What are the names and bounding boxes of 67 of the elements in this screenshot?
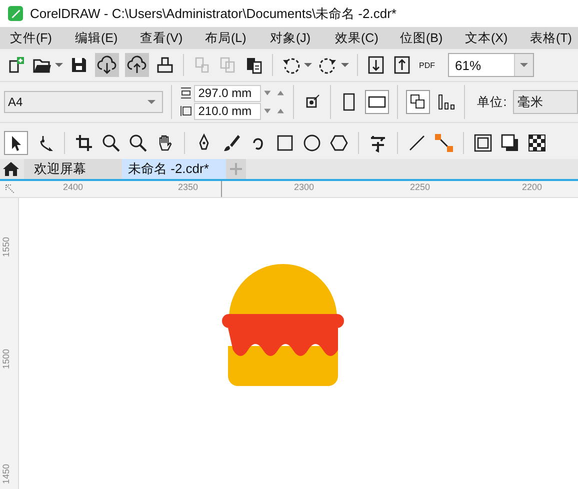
spin-buttons-icon[interactable]: [263, 88, 286, 98]
ruler-label: 2400: [62, 182, 84, 192]
zoom-dropdown[interactable]: 61%: [448, 53, 534, 77]
width-field[interactable]: 297.0 mm: [194, 84, 262, 102]
transparency-icon[interactable]: [527, 132, 547, 152]
rectangle-tool-icon[interactable]: [275, 132, 295, 152]
save-icon[interactable]: [69, 55, 89, 75]
caret-icon[interactable]: [55, 61, 63, 69]
pdf-button[interactable]: PDF: [418, 60, 436, 70]
ellipse-tool-icon[interactable]: [302, 132, 322, 152]
crop-tool-icon[interactable]: [74, 132, 94, 152]
ruler-origin-icon[interactable]: [4, 183, 16, 195]
caret-icon: [147, 98, 156, 106]
menu-item[interactable]: 文本(X): [465, 30, 530, 46]
menu-item[interactable]: 表格(T): [530, 30, 578, 46]
app-logo-icon: [8, 6, 23, 21]
ruler-label: 1550: [1, 236, 12, 258]
export-icon[interactable]: [392, 55, 412, 75]
page-width-icon: [180, 87, 192, 99]
menu-item[interactable]: 布局(L): [205, 30, 270, 46]
redo-icon[interactable]: [318, 55, 338, 75]
document-tab[interactable]: 欢迎屏幕: [24, 159, 122, 179]
bar-layout-icon[interactable]: [436, 92, 456, 112]
contour-tool-icon[interactable]: [473, 132, 493, 152]
unit-label: 单位:: [477, 94, 507, 110]
undo-icon[interactable]: [281, 55, 301, 75]
cloud-download-icon: [97, 55, 117, 75]
pick-tool-button[interactable]: [4, 130, 28, 154]
printer-icon[interactable]: [155, 55, 175, 75]
plus-icon: [229, 162, 243, 176]
line-tool-icon[interactable]: [407, 132, 427, 152]
document-tab[interactable]: 未命名 -2.cdr*: [122, 159, 226, 179]
ruler-label: 2250: [410, 182, 430, 192]
polygon-tool-icon[interactable]: [329, 132, 349, 152]
height-field[interactable]: 210.0 mm: [194, 102, 262, 120]
menu-item[interactable]: 编辑(E): [75, 30, 140, 46]
spin-buttons-icon[interactable]: [263, 106, 286, 116]
ruler-label: 1450: [1, 464, 12, 484]
landscape-button[interactable]: [365, 90, 390, 114]
cloud-download-button[interactable]: [95, 53, 119, 77]
menu-item[interactable]: 效果(C): [335, 30, 400, 46]
search-icon[interactable]: [128, 132, 148, 152]
page-height-icon: [180, 105, 192, 117]
ruler-label: 2350: [178, 182, 198, 192]
ruler-label: 2300: [294, 182, 314, 192]
brush-icon[interactable]: [221, 132, 241, 152]
menu-item[interactable]: 查看(V): [140, 30, 205, 46]
drop-shadow-icon[interactable]: [500, 132, 520, 152]
import-icon[interactable]: [366, 55, 386, 75]
cloud-upload-button[interactable]: [125, 53, 149, 77]
home-icon[interactable]: [2, 160, 20, 178]
page-size-dropdown[interactable]: A4: [4, 91, 164, 113]
caret-icon: [520, 61, 528, 69]
cloud-upload-icon: [127, 55, 147, 75]
ruler-label: 1500: [1, 348, 12, 370]
paste-icon[interactable]: [244, 55, 264, 75]
connector-tool-icon[interactable]: [434, 132, 454, 152]
all-pages-button[interactable]: [406, 90, 430, 114]
menu-item[interactable]: 位图(B): [400, 30, 465, 46]
unit-dropdown[interactable]: 毫米: [512, 90, 578, 114]
zoom-tool-icon[interactable]: [101, 132, 121, 152]
ruler-label: 2200: [522, 182, 542, 192]
menu-item[interactable]: 对象(J): [270, 30, 335, 46]
caret-icon[interactable]: [341, 61, 349, 69]
caret-icon[interactable]: [304, 61, 312, 69]
window-title: CorelDRAW - C:\Users\Administrator\Documents\未命名 -2.cdr*: [30, 4, 396, 22]
menu-item[interactable]: 文件(F): [10, 30, 75, 46]
